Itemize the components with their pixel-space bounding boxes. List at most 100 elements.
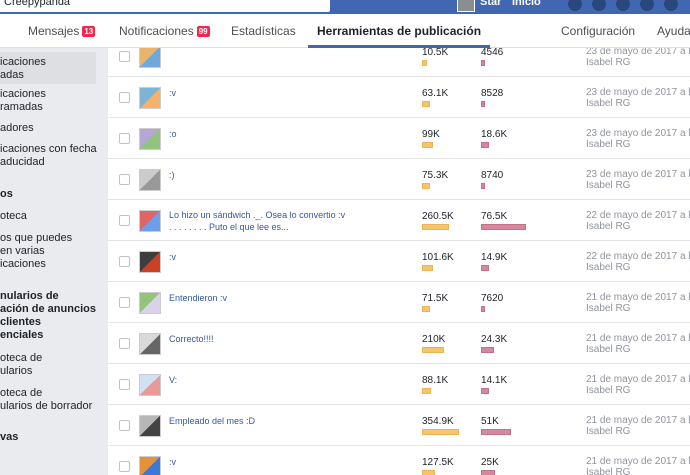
sidebar-section-instant-articles: vas	[0, 431, 19, 443]
tab-notifications[interactable]: Notificaciones 99	[119, 14, 210, 48]
row-checkbox[interactable]	[119, 133, 130, 144]
user-name-link[interactable]: Star	[480, 0, 501, 8]
sidebar-item-draft-forms-library[interactable]: oteca de ularios de borrador	[0, 387, 96, 413]
author-name: Isabel RG	[586, 385, 631, 396]
table-row[interactable]: Entendieron :v 71.5K 7620 21 de mayo de 201…	[108, 282, 690, 323]
table-row[interactable]: :) 75.3K 8740 23 de mayo de 2017 a la(s)Isa…	[108, 159, 690, 200]
user-avatar[interactable]	[457, 0, 475, 12]
published-date: 22 de mayo de 2017 a la(s)	[586, 210, 690, 221]
tab-publishing-tools[interactable]: Herramientas de publicación	[308, 14, 491, 48]
engagement-value: 76.5K	[481, 211, 508, 222]
table-row[interactable]: V: 88.1K 14.1K 21 de mayo de 2017 a la(s)Is…	[108, 364, 690, 405]
published-date: 22 de mayo de 2017 a la(s)	[586, 251, 690, 262]
engagement-bar	[481, 388, 489, 394]
table-row[interactable]: :v 127.5K 25K 21 de mayo de 2017 a la(s)Isa…	[108, 446, 690, 475]
post-title-link[interactable]: Correcto!!!!	[169, 333, 349, 345]
published-posts-table: 10.5K454623 de mayo de 2017 a la(s)Isabe…	[108, 48, 690, 475]
row-checkbox[interactable]	[119, 92, 130, 103]
author-name: Isabel RG	[586, 98, 631, 109]
help-icon[interactable]	[640, 0, 654, 11]
friend-requests-icon[interactable]	[568, 0, 582, 11]
messages-icon[interactable]	[592, 0, 606, 11]
author-name: Isabel RG	[586, 57, 631, 68]
sidebar-item-forms-library[interactable]: oteca de ularios	[0, 352, 96, 378]
table-row[interactable]: :o 99K 18.6K 23 de mayo de 2017 a la(s)Isab…	[108, 118, 690, 159]
post-thumbnail[interactable]	[139, 456, 161, 475]
account-menu-icon[interactable]	[664, 0, 678, 11]
post-title-link[interactable]: :v	[169, 87, 349, 99]
table-row[interactable]: :v 63.1K 8528 23 de mayo de 2017 a la(s)Isa…	[108, 77, 690, 118]
table-row[interactable]: Lo hizo un sándwich ._. Osea lo converti…	[108, 200, 690, 241]
home-link[interactable]: Inicio	[512, 0, 541, 8]
table-row[interactable]: Correcto!!!! 210K 24.3K 21 de mayo de 2017 …	[108, 323, 690, 364]
post-thumbnail[interactable]	[139, 251, 161, 273]
row-checkbox[interactable]	[119, 297, 130, 308]
post-thumbnail[interactable]	[139, 333, 161, 355]
engagement-value: 18.6K	[481, 129, 508, 140]
post-title-link[interactable]: :o	[169, 128, 349, 140]
notifications-icon[interactable]	[616, 0, 630, 11]
table-row[interactable]: Empleado del mes :D 354.9K 51K 21 de mayo d…	[108, 405, 690, 446]
reach-bar	[422, 265, 433, 271]
post-title-link[interactable]: Entendieron :v	[169, 292, 349, 304]
engagement-value: 14.1K	[481, 375, 508, 386]
post-title-link[interactable]: V:	[169, 374, 349, 386]
post-thumbnail[interactable]	[139, 169, 161, 191]
reach-value: 210K	[422, 334, 446, 345]
engagement-value: 25K	[481, 457, 499, 468]
sidebar-section-videos: os	[0, 188, 13, 200]
row-checkbox[interactable]	[119, 420, 130, 431]
post-thumbnail[interactable]	[139, 374, 161, 396]
publishing-tools-sidebar: icaciones adas icaciones ramadas adores …	[0, 48, 108, 475]
row-checkbox[interactable]	[119, 174, 130, 185]
row-checkbox[interactable]	[119, 51, 130, 62]
top-navigation-bar: Creepypanda Star Inicio	[0, 0, 690, 14]
tab-help[interactable]: Ayuda	[657, 14, 690, 48]
reach-value: 99K	[422, 129, 440, 140]
sidebar-item-scheduled-posts[interactable]: icaciones ramadas	[0, 88, 96, 114]
reach-bar	[422, 429, 459, 435]
sidebar-item-drafts[interactable]: adores	[0, 122, 96, 135]
post-thumbnail[interactable]	[139, 87, 161, 109]
notifications-count-badge: 99	[196, 26, 210, 37]
author-name: Isabel RG	[586, 344, 631, 355]
row-checkbox[interactable]	[119, 256, 130, 267]
post-thumbnail[interactable]	[139, 415, 161, 437]
reach-bar	[422, 183, 430, 189]
post-title-link[interactable]: :v	[169, 456, 349, 468]
reach-bar	[422, 60, 427, 66]
sidebar-item-crosspostable-videos[interactable]: os que puedes en varias icaciones	[0, 232, 96, 271]
table-row[interactable]: 10.5K 4546 23 de mayo de 2017 a la(s)Isabe…	[108, 48, 690, 77]
reach-bar	[422, 470, 435, 475]
sidebar-item-published-posts[interactable]: icaciones adas	[0, 52, 96, 84]
reach-value: 101.6K	[422, 252, 454, 263]
sidebar-item-video-library[interactable]: oteca	[0, 210, 96, 223]
post-thumbnail[interactable]	[139, 292, 161, 314]
tab-messages[interactable]: Mensajes 13	[28, 14, 96, 48]
post-title-link[interactable]: Lo hizo un sándwich ._. Osea lo converti…	[169, 209, 349, 233]
published-date: 23 de mayo de 2017 a la(s)	[586, 48, 690, 57]
post-thumbnail[interactable]	[139, 210, 161, 232]
row-checkbox[interactable]	[119, 461, 130, 472]
search-input[interactable]: Creepypanda	[0, 0, 330, 12]
published-date: 23 de mayo de 2017 a la(s)	[586, 87, 690, 98]
post-thumbnail[interactable]	[139, 48, 161, 68]
row-checkbox[interactable]	[119, 215, 130, 226]
row-checkbox[interactable]	[119, 338, 130, 349]
sidebar-section-lead-ads-forms: nularios de ación de anuncios clientes e…	[0, 290, 96, 341]
post-thumbnail[interactable]	[139, 128, 161, 150]
tab-insights[interactable]: Estadísticas	[231, 14, 296, 48]
author-name: Isabel RG	[586, 426, 631, 437]
post-title-link[interactable]: Empleado del mes :D	[169, 415, 349, 427]
row-checkbox[interactable]	[119, 379, 130, 390]
reach-bar	[422, 224, 449, 230]
tab-settings[interactable]: Configuración	[561, 14, 635, 48]
post-title-link[interactable]: :v	[169, 251, 349, 263]
sidebar-item-expiring-posts[interactable]: icaciones con fecha aducidad	[0, 143, 97, 169]
post-title-link[interactable]: :)	[169, 169, 349, 181]
reach-value: 88.1K	[422, 375, 449, 386]
tab-label: Mensajes	[28, 24, 80, 38]
reach-bar	[422, 101, 430, 107]
table-row[interactable]: :v 101.6K 14.9K 22 de mayo de 2017 a la(s)I…	[108, 241, 690, 282]
engagement-bar	[481, 429, 511, 435]
